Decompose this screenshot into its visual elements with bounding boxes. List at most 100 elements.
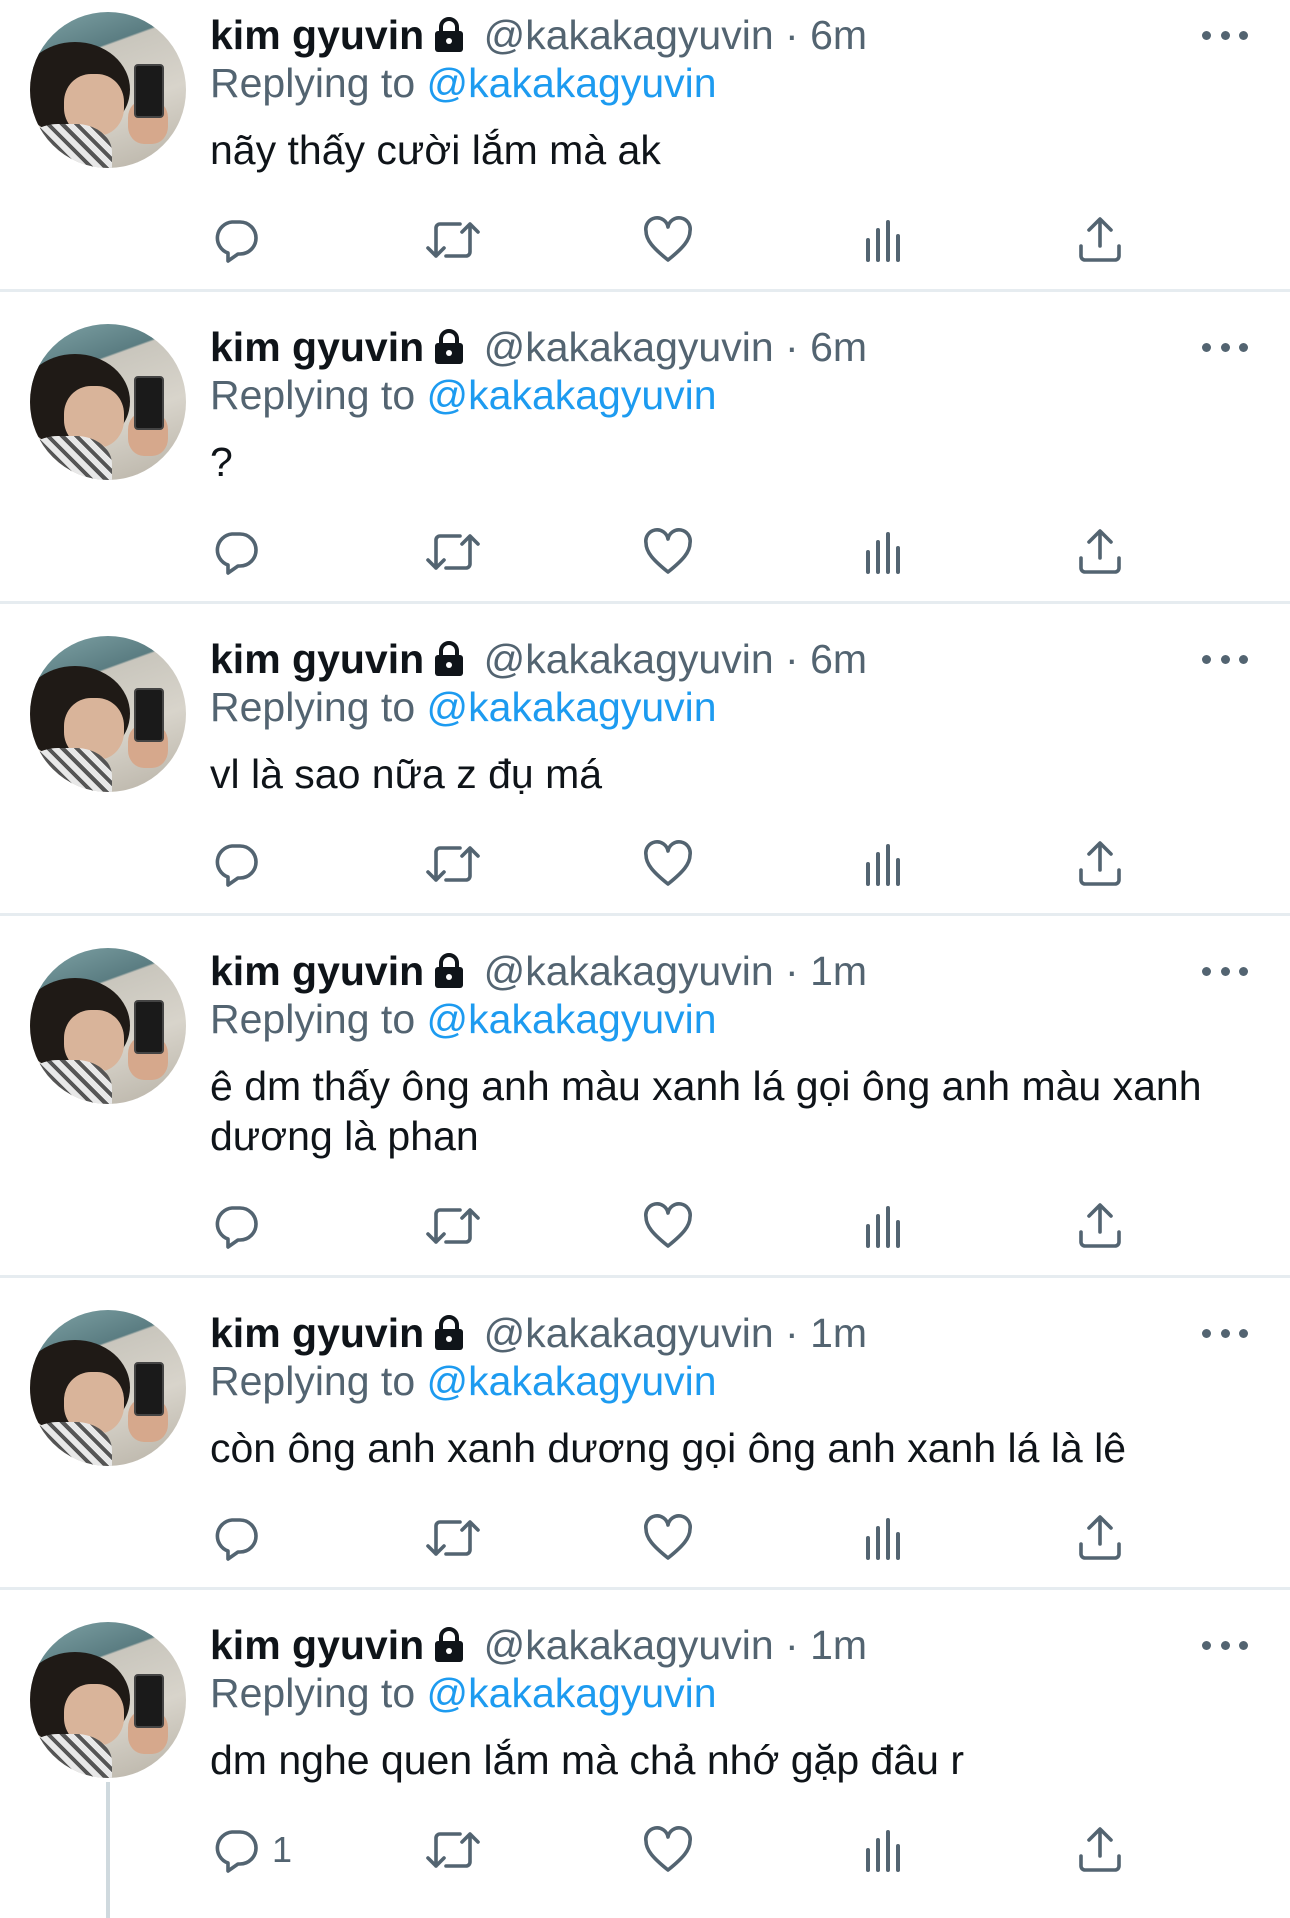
user-handle[interactable]: @kakakagyuvin bbox=[484, 1622, 774, 1668]
reply-icon bbox=[212, 1514, 260, 1562]
heart-icon bbox=[643, 528, 693, 576]
mention-link[interactable]: @kakakagyuvin bbox=[427, 60, 717, 106]
user-handle[interactable]: @kakakagyuvin bbox=[484, 12, 774, 58]
display-name[interactable]: kim gyuvin bbox=[210, 1622, 424, 1668]
avatar[interactable] bbox=[30, 12, 186, 168]
like-button[interactable] bbox=[643, 834, 693, 894]
timestamp[interactable]: 1m bbox=[810, 1310, 867, 1356]
analytics-button[interactable] bbox=[864, 210, 904, 270]
share-icon bbox=[1077, 840, 1123, 888]
like-button[interactable] bbox=[643, 1508, 693, 1568]
mention-link[interactable]: @kakakagyuvin bbox=[427, 1670, 717, 1716]
analytics-icon bbox=[864, 1514, 904, 1562]
tweet-thread: kim gyuvin @kakakagyuvin · 6m Replying t… bbox=[0, 0, 1290, 1918]
reply-button[interactable] bbox=[212, 210, 260, 270]
thread-connector bbox=[106, 1782, 110, 1918]
analytics-icon bbox=[864, 1826, 904, 1874]
mention-link[interactable]: @kakakagyuvin bbox=[427, 372, 717, 418]
reply-button[interactable] bbox=[212, 834, 260, 894]
retweet-icon bbox=[424, 1202, 482, 1250]
analytics-button[interactable] bbox=[864, 1196, 904, 1256]
display-name[interactable]: kim gyuvin bbox=[210, 636, 424, 682]
share-button[interactable] bbox=[1077, 834, 1123, 894]
analytics-button[interactable] bbox=[864, 1508, 904, 1568]
retweet-button[interactable] bbox=[424, 834, 482, 894]
retweet-button[interactable] bbox=[424, 522, 482, 582]
avatar[interactable] bbox=[30, 1622, 186, 1778]
more-icon[interactable] bbox=[1202, 652, 1248, 666]
analytics-icon bbox=[864, 216, 904, 264]
tweet[interactable]: kim gyuvin @kakakagyuvin · 1m Replying t… bbox=[0, 1278, 1290, 1590]
tweet[interactable]: kim gyuvin @kakakagyuvin · 6m Replying t… bbox=[0, 292, 1290, 604]
mention-link[interactable]: @kakakagyuvin bbox=[427, 1358, 717, 1404]
tweet-text: nãy thấy cười lắm mà ak bbox=[210, 127, 661, 173]
reply-button[interactable]: 1 bbox=[212, 1820, 292, 1880]
heart-icon bbox=[643, 1514, 693, 1562]
share-button[interactable] bbox=[1077, 210, 1123, 270]
retweet-button[interactable] bbox=[424, 210, 482, 270]
avatar[interactable] bbox=[30, 636, 186, 792]
user-handle[interactable]: @kakakagyuvin bbox=[484, 324, 774, 370]
retweet-button[interactable] bbox=[424, 1820, 482, 1880]
share-icon bbox=[1077, 1514, 1123, 1562]
timestamp[interactable]: 6m bbox=[810, 12, 867, 58]
more-icon[interactable] bbox=[1202, 1326, 1248, 1340]
mention-link[interactable]: @kakakagyuvin bbox=[427, 996, 717, 1042]
display-name[interactable]: kim gyuvin bbox=[210, 1310, 424, 1356]
separator-dot: · bbox=[785, 636, 799, 682]
reply-button[interactable] bbox=[212, 522, 260, 582]
display-name[interactable]: kim gyuvin bbox=[210, 12, 424, 58]
separator-dot: · bbox=[785, 948, 799, 994]
replying-to: Replying to @kakakagyuvin bbox=[210, 1356, 717, 1406]
share-icon bbox=[1077, 1202, 1123, 1250]
share-button[interactable] bbox=[1077, 1508, 1123, 1568]
share-button[interactable] bbox=[1077, 1820, 1123, 1880]
user-handle[interactable]: @kakakagyuvin bbox=[484, 1310, 774, 1356]
more-icon[interactable] bbox=[1202, 340, 1248, 354]
more-icon[interactable] bbox=[1202, 964, 1248, 978]
reply-button[interactable] bbox=[212, 1196, 260, 1256]
display-name[interactable]: kim gyuvin bbox=[210, 324, 424, 370]
like-button[interactable] bbox=[643, 1820, 693, 1880]
replying-to: Replying to @kakakagyuvin bbox=[210, 1668, 717, 1718]
share-button[interactable] bbox=[1077, 1196, 1123, 1256]
more-icon[interactable] bbox=[1202, 28, 1248, 42]
tweet[interactable]: kim gyuvin @kakakagyuvin · 1m Replying t… bbox=[0, 1590, 1290, 1918]
like-button[interactable] bbox=[643, 210, 693, 270]
tweet-header: kim gyuvin @kakakagyuvin · 6m bbox=[210, 10, 1200, 60]
display-name[interactable]: kim gyuvin bbox=[210, 948, 424, 994]
timestamp[interactable]: 1m bbox=[810, 948, 867, 994]
tweet[interactable]: kim gyuvin @kakakagyuvin · 6m Replying t… bbox=[0, 0, 1290, 292]
timestamp[interactable]: 6m bbox=[810, 636, 867, 682]
lock-icon bbox=[432, 14, 466, 64]
replying-prefix: Replying to bbox=[210, 996, 416, 1042]
timestamp[interactable]: 1m bbox=[810, 1622, 867, 1668]
analytics-button[interactable] bbox=[864, 522, 904, 582]
share-button[interactable] bbox=[1077, 522, 1123, 582]
retweet-button[interactable] bbox=[424, 1508, 482, 1568]
reply-button[interactable] bbox=[212, 1508, 260, 1568]
like-button[interactable] bbox=[643, 1196, 693, 1256]
user-handle[interactable]: @kakakagyuvin bbox=[484, 948, 774, 994]
tweet-header: kim gyuvin @kakakagyuvin · 1m bbox=[210, 946, 1200, 996]
analytics-button[interactable] bbox=[864, 1820, 904, 1880]
heart-icon bbox=[643, 1826, 693, 1874]
retweet-icon bbox=[424, 1514, 482, 1562]
user-handle[interactable]: @kakakagyuvin bbox=[484, 636, 774, 682]
avatar[interactable] bbox=[30, 948, 186, 1104]
avatar[interactable] bbox=[30, 324, 186, 480]
more-icon[interactable] bbox=[1202, 1638, 1248, 1652]
lock-icon bbox=[432, 638, 466, 688]
share-icon bbox=[1077, 528, 1123, 576]
share-icon bbox=[1077, 1826, 1123, 1874]
analytics-button[interactable] bbox=[864, 834, 904, 894]
avatar[interactable] bbox=[30, 1310, 186, 1466]
replying-to: Replying to @kakakagyuvin bbox=[210, 994, 717, 1044]
mention-link[interactable]: @kakakagyuvin bbox=[427, 684, 717, 730]
like-button[interactable] bbox=[643, 522, 693, 582]
retweet-button[interactable] bbox=[424, 1196, 482, 1256]
timestamp[interactable]: 6m bbox=[810, 324, 867, 370]
tweet[interactable]: kim gyuvin @kakakagyuvin · 6m Replying t… bbox=[0, 604, 1290, 916]
tweet[interactable]: kim gyuvin @kakakagyuvin · 1m Replying t… bbox=[0, 916, 1290, 1278]
retweet-icon bbox=[424, 216, 482, 264]
